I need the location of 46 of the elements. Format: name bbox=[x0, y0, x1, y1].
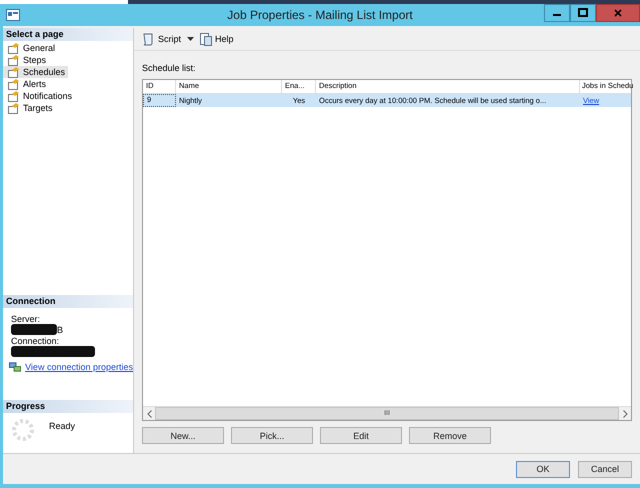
maximize-button[interactable] bbox=[570, 4, 596, 22]
server-label: Server: bbox=[11, 314, 42, 323]
page-icon bbox=[8, 102, 20, 114]
caret-icon[interactable] bbox=[187, 37, 194, 41]
window-title: Job Properties - Mailing List Import bbox=[227, 8, 413, 22]
scroll-left-button[interactable] bbox=[143, 407, 155, 420]
sidebar-item[interactable]: General bbox=[3, 42, 58, 54]
list-button[interactable]: Remove bbox=[409, 427, 491, 444]
sidebar-item[interactable]: Targets bbox=[3, 102, 56, 114]
script-button[interactable]: Script bbox=[140, 32, 184, 46]
close-button[interactable] bbox=[596, 4, 640, 22]
computers-icon bbox=[9, 361, 22, 373]
minimize-button[interactable] bbox=[544, 4, 570, 22]
list-button[interactable]: Pick... bbox=[231, 427, 313, 444]
progress-status: Ready bbox=[49, 420, 76, 433]
dialog-button[interactable]: OK bbox=[516, 460, 570, 478]
page-icon bbox=[8, 66, 20, 78]
list-button[interactable]: New... bbox=[142, 427, 224, 444]
page-icon bbox=[8, 90, 20, 102]
server-value: B bbox=[57, 324, 64, 334]
help-button[interactable]: Help bbox=[198, 32, 236, 46]
sidebar-item[interactable]: Notifications bbox=[3, 90, 76, 102]
section-header: Connection bbox=[3, 295, 133, 308]
schedule-list-label: Schedule list: bbox=[142, 63, 197, 73]
section-header: Select a page bbox=[3, 28, 133, 41]
section-header: Progress bbox=[3, 400, 133, 413]
list-button[interactable]: Edit bbox=[320, 427, 402, 444]
chevron-left-icon bbox=[146, 410, 152, 418]
page-icon bbox=[8, 78, 20, 90]
connection-properties-link[interactable]: View connection properties bbox=[25, 362, 133, 372]
sidebar-item[interactable]: Steps bbox=[3, 54, 50, 66]
connection-label: Connection: bbox=[11, 336, 60, 345]
page-icon bbox=[8, 54, 20, 66]
app-icon bbox=[6, 9, 20, 21]
chevron-right-icon bbox=[622, 410, 628, 418]
redaction-mark bbox=[11, 324, 57, 335]
scroll-icon bbox=[142, 32, 155, 46]
help-icon bbox=[200, 32, 212, 46]
close-icon bbox=[613, 8, 623, 18]
page-icon bbox=[8, 42, 20, 54]
spinner-icon bbox=[11, 418, 35, 442]
sidebar-item[interactable]: Alerts bbox=[3, 78, 50, 90]
dialog-button[interactable]: Cancel bbox=[578, 460, 632, 478]
maximize-icon bbox=[578, 8, 588, 18]
scroll-right-button[interactable] bbox=[619, 407, 631, 420]
sidebar-item[interactable]: Schedules bbox=[3, 66, 68, 78]
